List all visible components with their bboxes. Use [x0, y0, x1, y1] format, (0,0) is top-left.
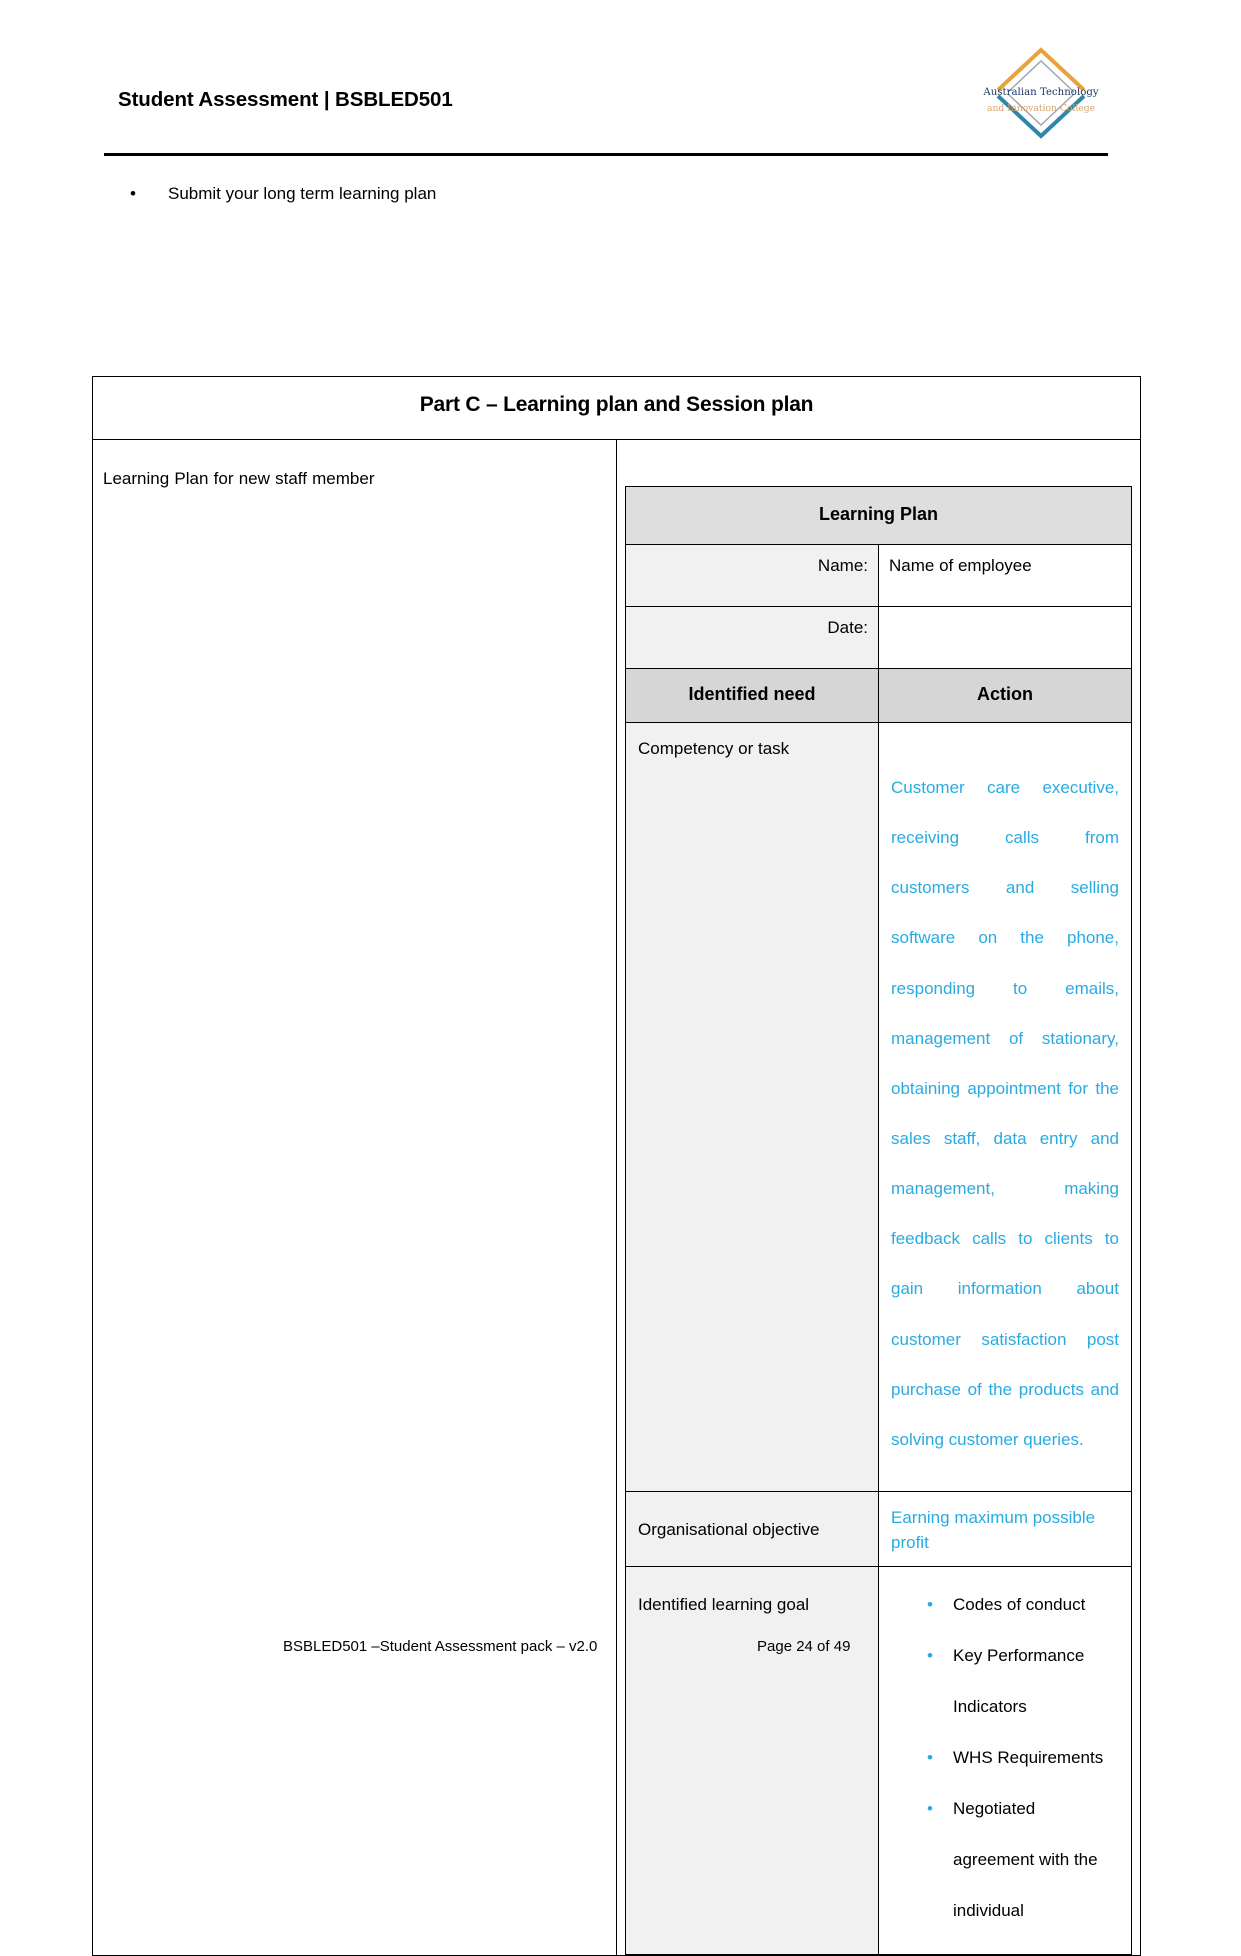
- date-label: Date:: [625, 606, 879, 669]
- list-item: • Negotiated agreement with the individu…: [891, 1783, 1119, 1936]
- list-item: • Key Performance Indicators: [891, 1630, 1119, 1732]
- date-value[interactable]: [878, 606, 1132, 669]
- bullet-marker-icon: •: [927, 1747, 933, 1767]
- action-cell-competency: Customer care executive, receiving calls…: [878, 722, 1132, 1492]
- need-cell-objective: Organisational objective: [625, 1490, 879, 1567]
- list-item-label: WHS Requirements: [953, 1747, 1104, 1767]
- intro-bullet-text: Submit your long term learning plan: [168, 184, 437, 203]
- page-title: Student Assessment | BSBLED501: [118, 88, 453, 111]
- list-item: • WHS Requirements: [891, 1732, 1119, 1783]
- intro-bullet-item: • Submit your long term learning plan: [130, 182, 830, 206]
- footer-left-text: BSBLED501 –Student Assessment pack – v2.…: [283, 1638, 598, 1655]
- bullet-marker-icon: •: [927, 1798, 933, 1818]
- need-text: Competency or task: [638, 739, 790, 758]
- left-label-text: Learning Plan for new staff member: [103, 469, 375, 488]
- list-item-label: Negotiated agreement with the individual: [953, 1798, 1098, 1920]
- bullet-marker-icon: •: [130, 184, 136, 203]
- name-row: Name: Name of employee: [625, 544, 1132, 607]
- action-line: Earning maximum possible profit: [891, 1507, 1096, 1553]
- college-logo: Australian Technology and Innovation Col…: [980, 42, 1102, 142]
- logo-line2-text: and Innovation College: [987, 103, 1095, 114]
- action-cell-objective: Earning maximum possible profit: [878, 1490, 1132, 1567]
- table-row: Competency or task Customer care executi…: [625, 722, 1132, 1492]
- bullet-marker-icon: •: [927, 1645, 933, 1665]
- logo-diamond-icon: Australian Technology and Innovation Col…: [982, 47, 1099, 139]
- footer-page-number: Page 24 of 49: [757, 1638, 851, 1655]
- need-cell-goal: Identified learning goal: [625, 1565, 879, 1955]
- table-row: Identified learning goal • Codes of cond…: [625, 1565, 1132, 1955]
- part-c-table: Part C – Learning plan and Session plan …: [92, 376, 1141, 1956]
- document-page: Student Assessment | BSBLED501 Australia…: [0, 0, 1241, 1956]
- action-paragraph: Customer care executive, receiving calls…: [891, 778, 1119, 1449]
- date-row: Date:: [625, 606, 1132, 669]
- name-value[interactable]: Name of employee: [878, 544, 1132, 607]
- action-header: Action: [878, 668, 1132, 723]
- goal-bullet-list: • Codes of conduct • Key Performance Ind…: [891, 1579, 1119, 1936]
- list-item-label: Codes of conduct: [953, 1594, 1086, 1614]
- bullet-marker-icon: •: [927, 1594, 933, 1614]
- logo-line1-text: Australian Technology: [982, 87, 1098, 98]
- table-row: Organisational objective Earning maximum…: [625, 1490, 1132, 1567]
- learning-plan-header-cell: Learning Plan: [625, 486, 1132, 545]
- need-cell-competency: Competency or task: [625, 722, 879, 1492]
- need-text: Organisational objective: [638, 1519, 820, 1539]
- left-label-cell: Learning Plan for new staff member: [92, 439, 617, 1956]
- header-divider: [104, 153, 1108, 156]
- learning-plan-wrapper: Learning Plan Name: Name of employee Dat…: [617, 440, 1140, 1955]
- name-label: Name:: [625, 544, 879, 607]
- learning-plan-host-cell: Learning Plan Name: Name of employee Dat…: [616, 439, 1141, 1956]
- part-c-title-row: Part C – Learning plan and Session plan: [92, 376, 1141, 440]
- need-text: Identified learning goal: [638, 1594, 810, 1614]
- list-item: • Codes of conduct: [891, 1579, 1119, 1630]
- identified-need-header: Identified need: [625, 668, 879, 723]
- list-item-label: Key Performance Indicators: [953, 1645, 1085, 1716]
- learning-plan-header-row: Learning Plan: [625, 486, 1132, 545]
- action-cell-goal: • Codes of conduct • Key Performance Ind…: [878, 1565, 1132, 1955]
- document-header: Student Assessment | BSBLED501: [118, 60, 1123, 160]
- column-header-row: Identified need Action: [625, 668, 1132, 723]
- learning-plan-table: Learning Plan Name: Name of employee Dat…: [625, 486, 1132, 1955]
- learning-plan-row: Learning Plan for new staff member Learn…: [92, 439, 1141, 1956]
- part-c-title-text: Part C – Learning plan and Session plan: [419, 393, 814, 416]
- part-c-title-cell: Part C – Learning plan and Session plan: [92, 376, 1141, 440]
